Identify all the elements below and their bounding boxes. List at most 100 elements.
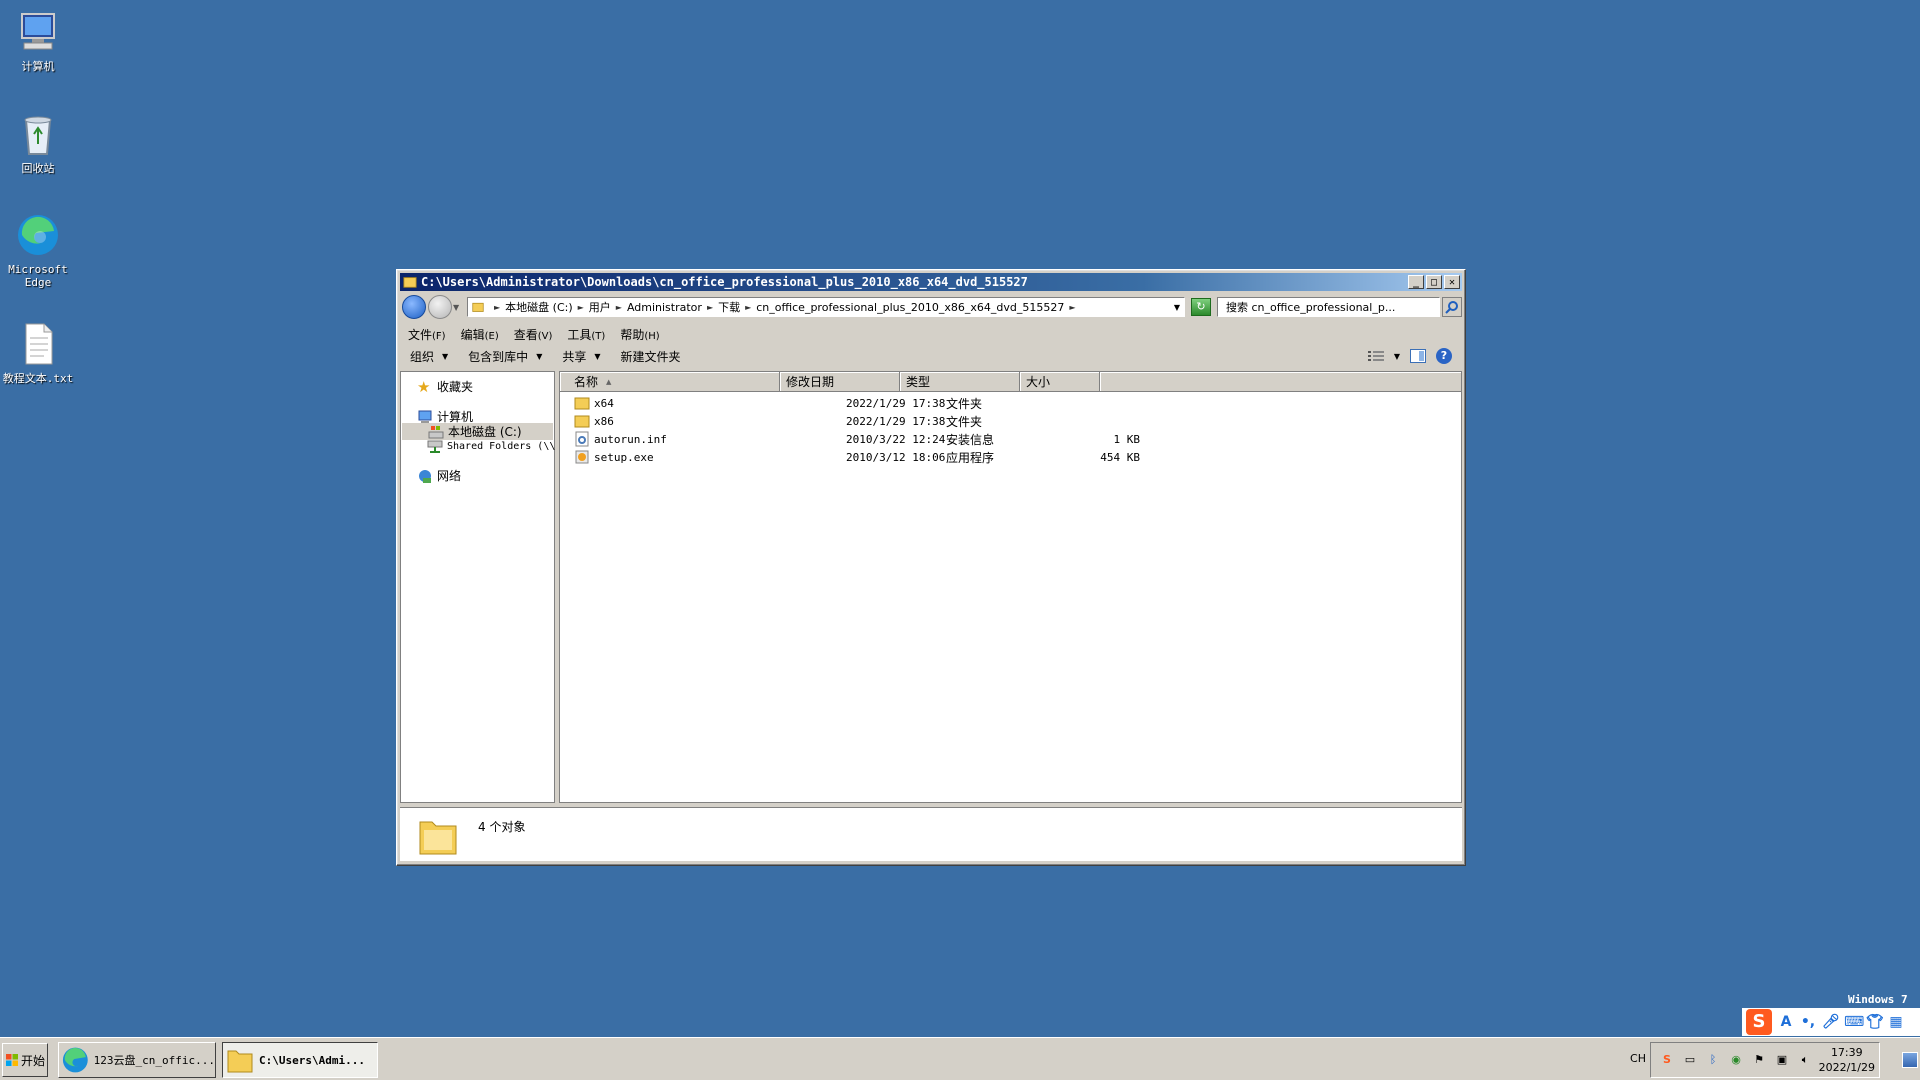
volume-icon[interactable]: 🔈︎: [1798, 1053, 1812, 1067]
forward-button[interactable]: [428, 295, 452, 319]
refresh-button[interactable]: ↻: [1191, 298, 1211, 316]
bluetooth-icon[interactable]: ᛒ: [1706, 1053, 1720, 1067]
close-button[interactable]: ✕: [1444, 275, 1460, 289]
explorer-window: C:\Users\Administrator\Downloads\cn_offi…: [396, 269, 1466, 866]
sogou-tray-icon[interactable]: S: [1660, 1053, 1674, 1067]
title-bar[interactable]: C:\Users\Administrator\Downloads\cn_offi…: [400, 273, 1462, 291]
start-button[interactable]: 开始: [2, 1043, 48, 1077]
search-button[interactable]: [1442, 297, 1462, 317]
microphone-icon[interactable]: 🎤︎: [1822, 1014, 1840, 1030]
chevron-right-icon[interactable]: ►: [745, 303, 751, 312]
new-folder-button[interactable]: 新建文件夹: [621, 348, 681, 365]
address-row: ▼ ► 本地磁盘 (C:) ► 用户 ► Administrator ► 下载 …: [400, 294, 1462, 320]
toolbox-icon[interactable]: ▦: [1888, 1014, 1904, 1030]
menu-view[interactable]: 查看(V): [514, 326, 553, 343]
organize-button[interactable]: 组织 ▼: [410, 348, 448, 365]
desktop-icon-text-file[interactable]: 教程文本.txt: [0, 320, 76, 385]
punctuation-icon[interactable]: •,: [1800, 1014, 1816, 1030]
nav-favorites[interactable]: ★ 收藏夹: [417, 378, 473, 395]
folder-icon: [227, 1050, 253, 1073]
recent-pages-dropdown[interactable]: ▼: [453, 303, 463, 312]
table-row[interactable]: setup.exe 2010/3/12 18:06 应用程序 454 KB: [560, 448, 1146, 466]
clock-date: 2022/1/29: [1818, 1061, 1875, 1074]
network-icon: [419, 469, 431, 483]
desktop-icon-recycle-bin[interactable]: 回收站: [0, 110, 76, 175]
display-icon[interactable]: ▭: [1683, 1053, 1697, 1067]
preview-pane-icon[interactable]: [1410, 349, 1426, 363]
table-row[interactable]: autorun.inf 2010/3/22 12:24 安装信息 1 KB: [560, 430, 1146, 448]
help-icon[interactable]: ?: [1436, 348, 1452, 364]
window-title: C:\Users\Administrator\Downloads\cn_offi…: [421, 275, 1028, 289]
column-size[interactable]: 大小: [1020, 372, 1100, 392]
column-type[interactable]: 类型: [900, 372, 1020, 392]
edge-icon: [18, 215, 58, 255]
breadcrumb: ► 本地磁盘 (C:) ► 用户 ► Administrator ► 下载 ► …: [489, 299, 1080, 315]
include-in-library-button[interactable]: 包含到库中 ▼: [468, 348, 542, 365]
security-icon[interactable]: ◉: [1729, 1053, 1743, 1067]
breadcrumb-item-users[interactable]: 用户: [589, 299, 611, 315]
show-desktop-button[interactable]: [1902, 1052, 1918, 1068]
desktop-icon-computer[interactable]: 计算机: [0, 8, 76, 73]
chevron-right-icon[interactable]: ►: [616, 303, 622, 312]
keyboard-icon[interactable]: ⌨: [1844, 1014, 1864, 1030]
search-placeholder: 搜索 cn_office_professional_p...: [1226, 301, 1396, 314]
menu-file[interactable]: 文件(F): [408, 326, 446, 343]
folder-icon: [403, 277, 417, 288]
column-header-row: 名称 ▲ 修改日期 类型 大小: [560, 372, 1461, 392]
taskbar-button-edge[interactable]: 123云盘_cn_offic...: [58, 1042, 216, 1078]
chevron-down-icon: ▼: [442, 351, 449, 361]
nav-shared-folders[interactable]: Shared Folders (\\: [427, 438, 555, 454]
ime-mode-icon[interactable]: A: [1778, 1014, 1794, 1030]
chevron-right-icon[interactable]: ►: [707, 303, 713, 312]
share-button[interactable]: 共享 ▼: [562, 348, 600, 365]
network-drive-icon: [427, 440, 443, 453]
windows-flag-icon: [5, 1054, 18, 1066]
chevron-right-icon[interactable]: ►: [494, 303, 500, 312]
breadcrumb-item-administrator[interactable]: Administrator: [627, 301, 702, 314]
taskbar: 开始 123云盘_cn_offic... C:\Users\Admi... CH…: [0, 1037, 1920, 1080]
menu-edit[interactable]: 编辑(E): [461, 326, 499, 343]
chevron-right-icon[interactable]: ►: [578, 303, 584, 312]
settings-file-icon: [575, 431, 589, 447]
folder-icon: [472, 302, 484, 312]
back-button[interactable]: [402, 295, 426, 319]
nav-network[interactable]: 网络: [417, 467, 461, 484]
desktop-icon-edge[interactable]: Microsoft Edge: [0, 211, 76, 289]
column-name[interactable]: 名称 ▲: [560, 372, 780, 392]
address-bar[interactable]: ► 本地磁盘 (C:) ► 用户 ► Administrator ► 下载 ► …: [467, 297, 1185, 317]
ime-toolbar: S A •, 🎤︎ ⌨ 👕︎ ▦: [1742, 1008, 1920, 1036]
folder-icon: [574, 415, 590, 428]
skin-icon[interactable]: 👕︎: [1866, 1014, 1884, 1030]
chevron-right-icon[interactable]: ►: [1069, 303, 1075, 312]
table-row[interactable]: x64 2022/1/29 17:38 文件夹: [560, 394, 1146, 412]
network-tray-icon[interactable]: ▣: [1775, 1053, 1789, 1067]
taskbar-button-explorer[interactable]: C:\Users\Admi...: [222, 1042, 378, 1078]
minimize-button[interactable]: _: [1408, 275, 1424, 289]
breadcrumb-item-local-disk[interactable]: 本地磁盘 (C:): [505, 299, 572, 315]
maximize-button[interactable]: □: [1426, 275, 1442, 289]
breadcrumb-item-downloads[interactable]: 下载: [718, 299, 740, 315]
menu-bar: 文件(F) 编辑(E) 查看(V) 工具(T) 帮助(H): [400, 325, 1462, 343]
table-row[interactable]: x86 2022/1/29 17:38 文件夹: [560, 412, 1146, 430]
view-dropdown-icon[interactable]: ▼: [1394, 352, 1400, 361]
address-dropdown[interactable]: ▼: [1174, 303, 1180, 312]
menu-help[interactable]: 帮助(H): [620, 326, 659, 343]
desktop-icon-label: 计算机: [21, 60, 55, 73]
column-modified[interactable]: 修改日期: [780, 372, 900, 392]
menu-tools[interactable]: 工具(T): [567, 326, 605, 343]
chevron-down-icon: ▼: [536, 351, 543, 361]
folder-icon: [419, 821, 457, 855]
details-pane: 4 个对象: [400, 807, 1462, 861]
search-input[interactable]: 搜索 cn_office_professional_p...: [1217, 297, 1440, 317]
desktop-icon-label: 回收站: [21, 162, 55, 175]
clock[interactable]: 17:39 2022/1/29: [1819, 1045, 1875, 1075]
column-filler: [1100, 372, 1461, 392]
computer-icon: [21, 13, 55, 50]
language-indicator[interactable]: CH: [1630, 1052, 1646, 1065]
view-options-icon[interactable]: [1367, 350, 1384, 362]
breadcrumb-item-current-folder[interactable]: cn_office_professional_plus_2010_x86_x64…: [756, 301, 1064, 314]
clock-time: 17:39: [1830, 1046, 1863, 1059]
recycle-bin-icon: [24, 116, 52, 155]
sogou-logo-icon[interactable]: S: [1746, 1009, 1772, 1035]
action-center-flag-icon[interactable]: ⚑: [1752, 1053, 1766, 1067]
